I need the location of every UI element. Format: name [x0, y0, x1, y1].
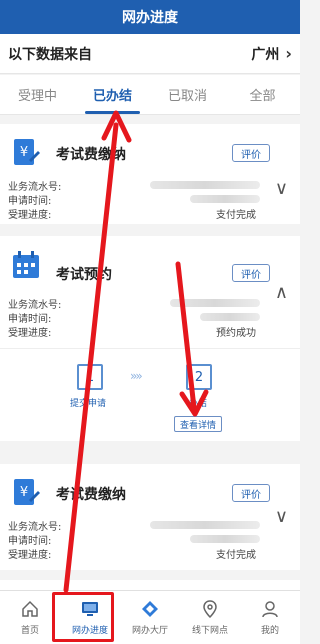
nav-mine[interactable]: 我的 — [240, 591, 300, 644]
redacted-value — [200, 313, 260, 321]
apply-time-label: 申请时间: — [8, 536, 52, 547]
record-card-expanded[interactable]: 考试预约 评价 业务流水号: 申请时间: 受理进度: 预约成功 ∧ 1 提交申请… — [0, 236, 300, 441]
serial-number-label: 业务流水号: — [8, 522, 62, 533]
double-chevron-icon: »» — [130, 369, 143, 383]
hall-logo-icon — [142, 601, 158, 617]
status-text: 支付完成 — [216, 210, 256, 221]
redacted-value — [190, 535, 260, 543]
step-label: 提交申请 — [70, 399, 107, 409]
record-card[interactable]: ¥ 考试费缴纳 评价 业务流水号: 申请时间: 受理进度: 支付完成 ∨ — [0, 124, 300, 224]
step-label: 办结 — [189, 399, 208, 409]
status-tabs: 受理中 已办结 已取消 全部 — [0, 75, 300, 115]
card-title: 考试预约 — [56, 267, 112, 283]
chevron-right-icon: › — [285, 44, 292, 63]
calendar-icon — [13, 251, 39, 278]
card-title: 考试费缴纳 — [56, 487, 126, 503]
record-card-partial — [0, 580, 300, 590]
status-text: 支付完成 — [216, 550, 256, 561]
step-number: 2 — [186, 364, 212, 390]
redacted-value — [170, 299, 260, 307]
serial-number-label: 业务流水号: — [8, 300, 62, 311]
redacted-value — [150, 521, 260, 529]
progress-label: 受理进度: — [8, 328, 52, 339]
chevron-down-icon[interactable]: ∨ — [275, 506, 288, 527]
progress-label: 受理进度: — [8, 210, 52, 221]
data-source-label: 以下数据来自 — [8, 46, 92, 63]
receipt-yen-icon: ¥ — [14, 479, 40, 505]
data-source-city: 广州 — [251, 46, 280, 63]
annotation-highlight-box — [52, 592, 114, 642]
chevron-down-icon[interactable]: ∨ — [275, 178, 288, 199]
rate-button[interactable]: 评价 — [232, 484, 270, 502]
page-header: 网办进度 — [0, 0, 300, 34]
tab-completed[interactable]: 已办结 — [75, 75, 150, 114]
apply-time-label: 申请时间: — [8, 196, 52, 207]
bottom-nav: 首页 网办进度 网办大厅 线下网点 我的 — [0, 590, 300, 644]
redacted-value — [190, 195, 260, 203]
home-icon — [22, 600, 38, 617]
serial-number-label: 业务流水号: — [8, 182, 62, 193]
nav-offline-branches[interactable]: 线下网点 — [180, 591, 240, 644]
redacted-value — [150, 181, 260, 189]
status-text: 预约成功 — [216, 328, 256, 339]
user-icon — [262, 601, 278, 618]
record-card[interactable]: ¥ 考试费缴纳 评价 业务流水号: 申请时间: 受理进度: 支付完成 ∨ — [0, 464, 300, 570]
divider — [0, 348, 300, 349]
rate-button[interactable]: 评价 — [232, 144, 270, 162]
chevron-up-icon[interactable]: ∧ — [275, 282, 288, 303]
progress-label: 受理进度: — [8, 550, 52, 561]
apply-time-label: 申请时间: — [8, 314, 52, 325]
page-title: 网办进度 — [122, 10, 178, 26]
tab-cancelled[interactable]: 已取消 — [150, 75, 225, 114]
step-number: 1 — [77, 364, 103, 390]
svg-text:¥: ¥ — [20, 485, 28, 500]
tab-processing[interactable]: 受理中 — [0, 75, 75, 114]
card-title: 考试费缴纳 — [56, 147, 126, 163]
nav-home[interactable]: 首页 — [0, 591, 60, 644]
svg-text:¥: ¥ — [20, 145, 28, 160]
receipt-yen-icon: ¥ — [14, 139, 40, 165]
tab-all[interactable]: 全部 — [225, 75, 300, 114]
data-source-row[interactable]: 以下数据来自 广州 › — [0, 34, 300, 74]
view-details-button[interactable]: 查看详情 — [174, 416, 222, 432]
rate-button[interactable]: 评价 — [232, 264, 270, 282]
nav-hall[interactable]: 网办大厅 — [120, 591, 180, 644]
map-pin-icon — [203, 600, 217, 619]
